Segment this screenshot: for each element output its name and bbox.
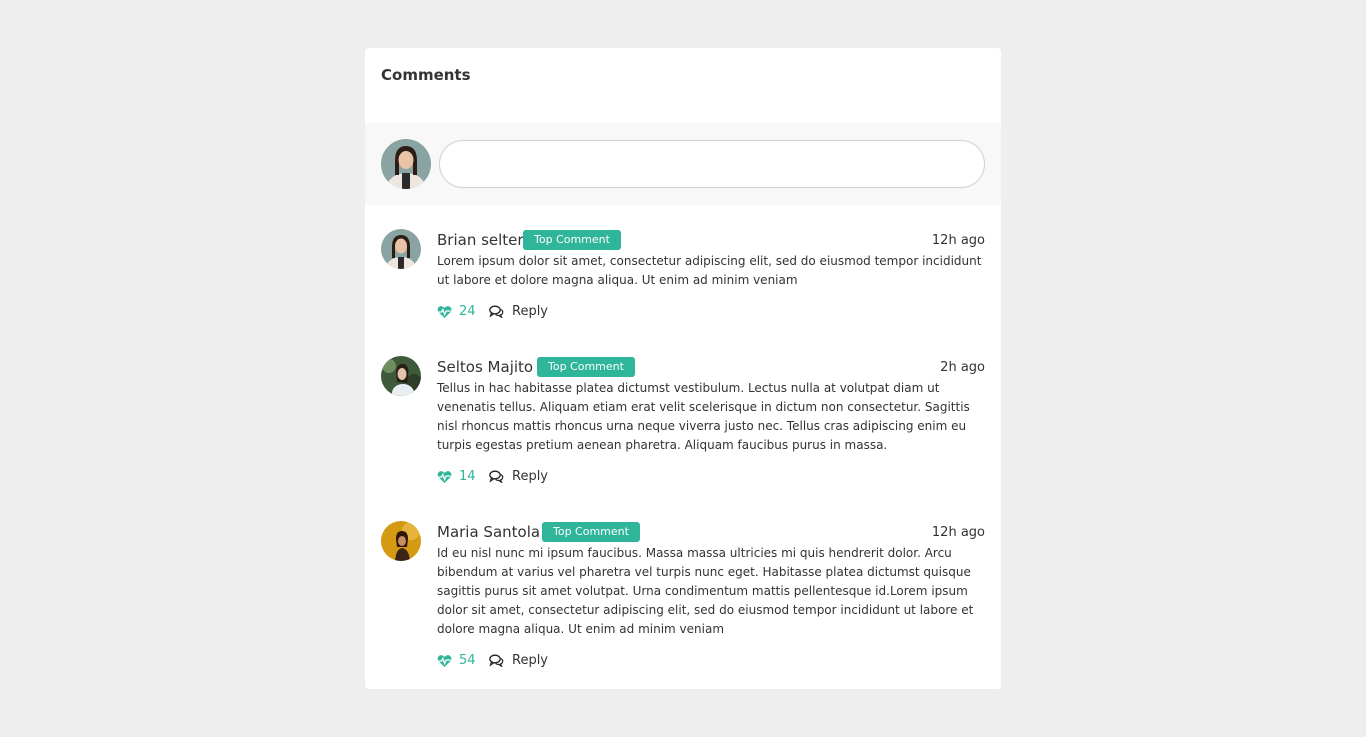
author-avatar — [381, 356, 421, 396]
comment-input[interactable] — [439, 140, 985, 188]
reply-label: Reply — [512, 653, 549, 668]
author-name[interactable]: Maria Santola — [437, 523, 540, 541]
comment-actions: 14 Reply — [437, 469, 985, 489]
like-count: 54 — [459, 653, 476, 668]
comments-card: Comments Brian selter Top Comment 12h ag… — [365, 48, 1001, 689]
comment-body: Seltos Majito Top Comment 2h ago Tellus … — [437, 356, 985, 489]
heartbeat-icon — [437, 470, 452, 483]
comment-composer — [365, 123, 1001, 205]
like-count: 24 — [459, 304, 476, 319]
comments-icon — [489, 305, 504, 318]
comment-timestamp: 12h ago — [931, 525, 985, 540]
author-name[interactable]: Brian selter — [437, 231, 524, 249]
comments-icon — [489, 654, 504, 667]
like-count: 14 — [459, 469, 476, 484]
comment-body: Brian selter Top Comment 12h ago Lorem i… — [437, 229, 985, 324]
card-title: Comments — [381, 66, 471, 84]
comment-actions: 24 Reply — [437, 304, 985, 324]
current-user-avatar — [381, 139, 431, 189]
like-button[interactable]: 54 — [437, 653, 476, 668]
author-avatar — [381, 229, 421, 269]
top-comment-badge: Top Comment — [542, 522, 640, 542]
comment-text: Lorem ipsum dolor sit amet, consectetur … — [437, 254, 982, 287]
comment-actions: 54 Reply — [437, 653, 985, 673]
comment-header: Seltos Majito Top Comment 2h ago — [437, 356, 985, 378]
author-avatar — [381, 521, 421, 561]
heartbeat-icon — [437, 654, 452, 667]
reply-label: Reply — [512, 304, 549, 319]
comment-text: Id eu nisl nunc mi ipsum faucibus. Massa… — [437, 546, 974, 636]
reply-label: Reply — [512, 469, 549, 484]
reply-button[interactable]: Reply — [489, 653, 548, 668]
author-name[interactable]: Seltos Majito — [437, 358, 533, 376]
like-button[interactable]: 24 — [437, 304, 476, 319]
reply-button[interactable]: Reply — [489, 304, 548, 319]
top-comment-badge: Top Comment — [523, 230, 621, 250]
heartbeat-icon — [437, 305, 452, 318]
comment-text: Tellus in hac habitasse platea dictumst … — [437, 381, 970, 452]
reply-button[interactable]: Reply — [489, 469, 548, 484]
comment-header: Maria Santola Top Comment 12h ago — [437, 521, 985, 543]
comment-timestamp: 2h ago — [940, 360, 985, 375]
top-comment-badge: Top Comment — [537, 357, 635, 377]
comment-header: Brian selter Top Comment 12h ago — [437, 229, 985, 251]
comment-body: Maria Santola Top Comment 12h ago Id eu … — [437, 521, 985, 673]
comment-timestamp: 12h ago — [931, 233, 985, 248]
like-button[interactable]: 14 — [437, 469, 476, 484]
comments-icon — [489, 470, 504, 483]
